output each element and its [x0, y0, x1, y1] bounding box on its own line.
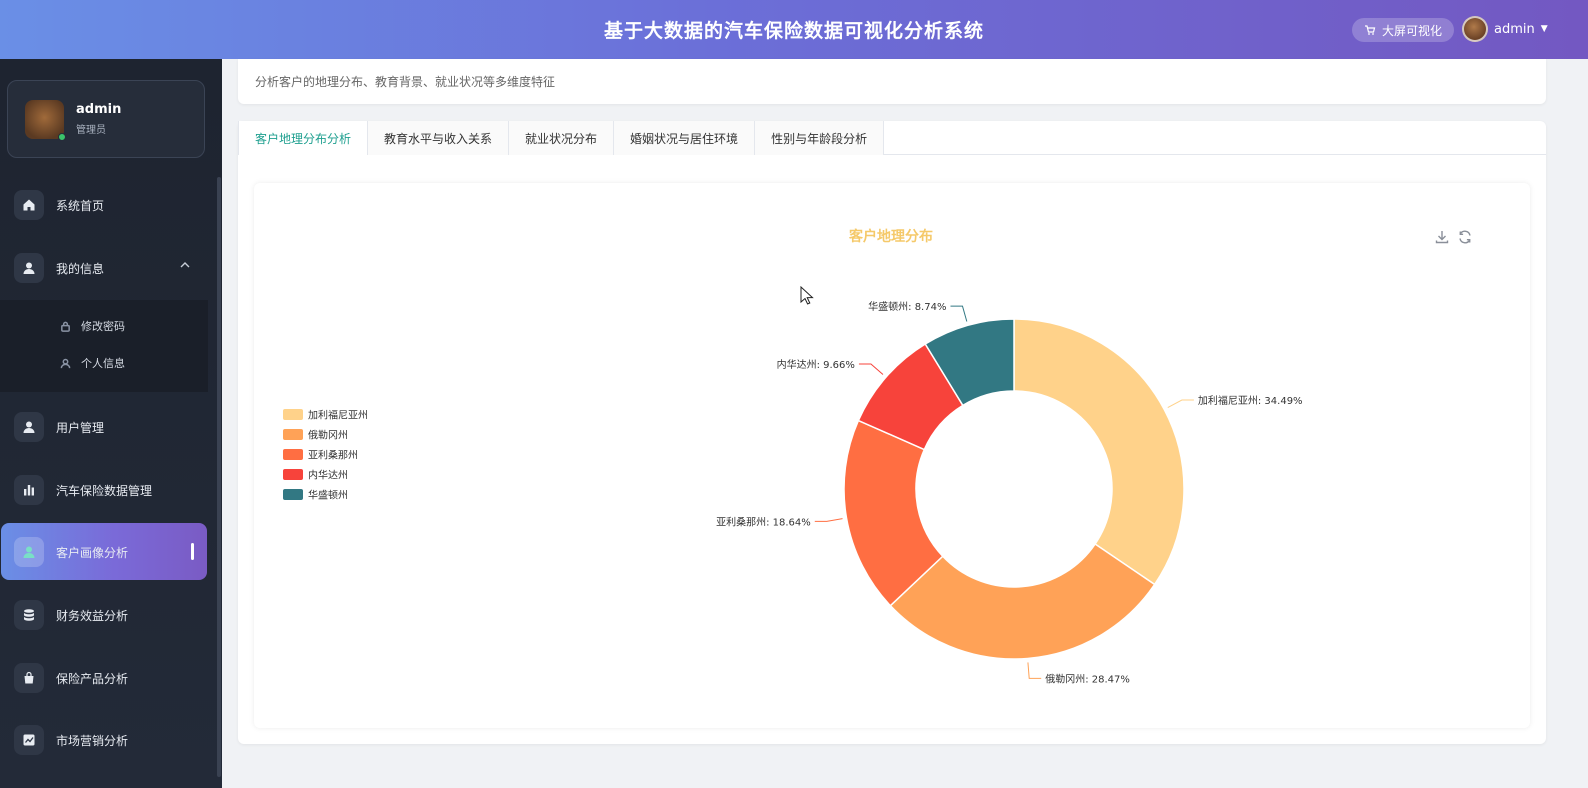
database-icon — [14, 600, 44, 630]
online-dot — [58, 132, 66, 141]
page-title: 基于大数据的汽车保险数据可视化分析系统 — [603, 20, 984, 42]
legend-label[interactable]: 内华达州 — [308, 469, 348, 482]
sidebar-item-label: 客户画像分析 — [56, 545, 129, 560]
legend-label[interactable]: 俄勒冈州 — [308, 429, 348, 442]
user-card: admin 管理员 — [7, 80, 205, 158]
my-info-submenu: 修改密码 个人信息 — [0, 300, 208, 392]
user-icon — [14, 537, 44, 567]
description-card: 分析客户的地理分布、教育背景、就业状况等多维度特征 — [238, 59, 1546, 104]
label-leader-line — [858, 363, 884, 375]
download-icon[interactable] — [1434, 229, 1450, 245]
user-icon — [14, 253, 44, 283]
tab-gender-age[interactable]: 性别与年龄段分析 — [755, 121, 885, 155]
sidebar-item-insurance-data[interactable]: 汽车保险数据管理 — [14, 471, 204, 509]
chevron-up-icon — [180, 262, 190, 268]
slice-label: 内华达州: 9.66% — [777, 358, 855, 371]
active-indicator — [191, 543, 194, 560]
sidebar-item-my-info[interactable]: 我的信息 — [14, 249, 204, 287]
sidebar-item-user-management[interactable]: 用户管理 — [14, 408, 204, 446]
sidebar-item-customer-profile[interactable]: 客户画像分析 — [1, 523, 207, 580]
legend-swatch[interactable] — [283, 489, 303, 500]
sidebar: admin 管理员 系统首页 我的信息 修改密码 个人信息 用户管理 汽车保险数… — [0, 59, 222, 788]
user-name: admin — [76, 102, 122, 117]
tab-marital-residence[interactable]: 婚姻状况与居住环境 — [614, 121, 756, 155]
sidebar-item-label: 我的信息 — [56, 261, 105, 276]
slice-label: 华盛顿州: 8.74% — [868, 300, 946, 313]
analysis-card: 客户地理分布分析 教育水平与收入关系 就业状况分布 婚姻状况与居住环境 性别与年… — [238, 121, 1546, 744]
sidebar-item-marketing[interactable]: 市场营销分析 — [14, 721, 204, 759]
sidebar-scrollbar[interactable] — [217, 177, 221, 777]
home-icon — [14, 190, 44, 220]
legend-swatch[interactable] — [283, 429, 303, 440]
legend-label[interactable]: 华盛顿州 — [308, 489, 348, 502]
tab-geo-distribution[interactable]: 客户地理分布分析 — [238, 121, 369, 155]
user-menu[interactable]: admin ▼ — [1462, 16, 1548, 42]
legend-swatch[interactable] — [283, 449, 303, 460]
bigscreen-label: 大屏可视化 — [1382, 23, 1443, 38]
legend-label[interactable]: 亚利桑那州 — [308, 450, 358, 462]
lock-icon — [61, 321, 70, 332]
shopping-bag-icon — [14, 663, 44, 693]
sidebar-item-home[interactable]: 系统首页 — [14, 186, 204, 224]
legend-swatch[interactable] — [283, 469, 303, 480]
mouse-cursor-icon — [800, 286, 814, 305]
sidebar-item-label: 市场营销分析 — [56, 733, 129, 748]
sidebar-item-label: 汽车保险数据管理 — [56, 483, 153, 498]
tab-bar: 客户地理分布分析 教育水平与收入关系 就业状况分布 婚姻状况与居住环境 性别与年… — [238, 121, 1546, 155]
page-description: 分析客户的地理分布、教育背景、就业状况等多维度特征 — [255, 75, 556, 89]
sidebar-item-label: 保险产品分析 — [56, 671, 129, 686]
user-role: 管理员 — [76, 125, 106, 136]
chart-container: 客户地理分布加利福尼亚州: 34.49% 俄勒冈州: 28.47% 亚利桑那州: 1… — [254, 183, 1530, 728]
slice-label: 加利福尼亚州: 34.49% — [1198, 394, 1303, 407]
sidebar-item-finance[interactable]: 财务效益分析 — [14, 596, 204, 634]
top-header: 基于大数据的汽车保险数据可视化分析系统 大屏可视化 admin ▼ — [0, 0, 1588, 59]
legend-label[interactable]: 加利福尼亚州 — [308, 409, 368, 422]
chart-title: 客户地理分布 — [848, 228, 933, 245]
label-leader-line — [1027, 662, 1042, 679]
bigscreen-button[interactable]: 大屏可视化 — [1352, 18, 1455, 42]
slice-label: 俄勒冈州: 28.47% — [1045, 672, 1130, 685]
user-icon — [14, 412, 44, 442]
legend-swatch[interactable] — [283, 409, 303, 420]
cart-icon — [1365, 25, 1376, 35]
sidebar-item-row: 客户画像分析 — [14, 533, 204, 571]
user-outline-icon — [60, 358, 71, 368]
tab-education-income[interactable]: 教育水平与收入关系 — [368, 121, 510, 155]
user-avatar — [25, 99, 66, 141]
donut-chart: 客户地理分布加利福尼亚州: 34.49% 俄勒冈州: 28.47% 亚利桑那州: 1… — [283, 228, 1303, 685]
label-leader-line — [814, 518, 843, 522]
refresh-icon[interactable] — [1457, 229, 1473, 245]
line-chart-icon — [14, 725, 44, 755]
slice-label: 亚利桑那州: 18.64% — [716, 516, 811, 528]
user-menu-name: admin — [1494, 21, 1535, 37]
submenu-item-label: 修改密码 — [81, 320, 125, 333]
tab-employment[interactable]: 就业状况分布 — [509, 121, 615, 155]
avatar — [1462, 16, 1488, 42]
submenu-item-profile[interactable]: 个人信息 — [60, 353, 125, 373]
sidebar-item-products[interactable]: 保险产品分析 — [14, 659, 204, 697]
submenu-item-label: 个人信息 — [81, 357, 125, 370]
label-leader-line — [1167, 399, 1194, 408]
sidebar-item-label: 财务效益分析 — [56, 608, 129, 623]
submenu-item-change-password[interactable]: 修改密码 — [60, 316, 125, 336]
label-leader-line — [950, 305, 968, 322]
sidebar-item-label: 用户管理 — [56, 420, 105, 435]
bar-chart-icon — [14, 475, 44, 505]
caret-down-icon: ▼ — [1540, 24, 1548, 34]
sidebar-item-label: 系统首页 — [56, 198, 105, 213]
pie-slice[interactable] — [1013, 318, 1185, 586]
